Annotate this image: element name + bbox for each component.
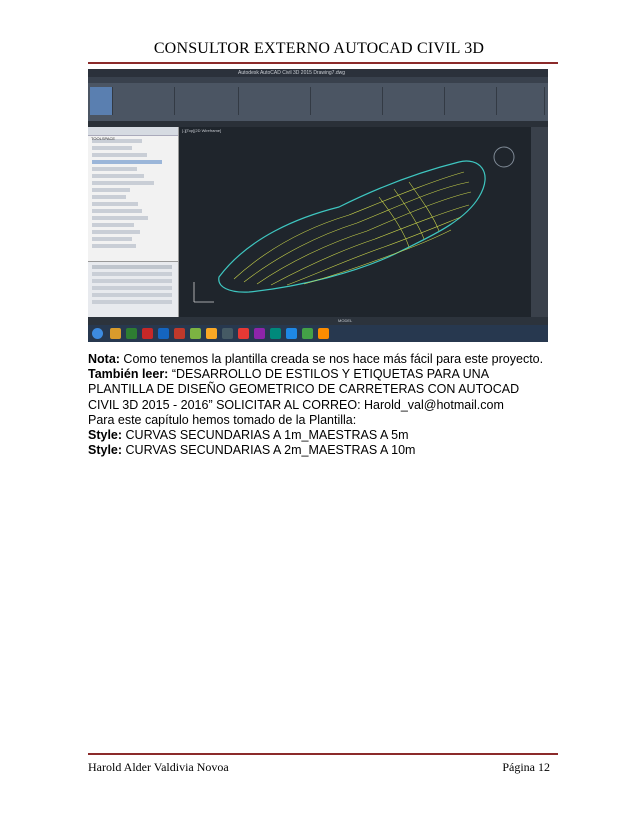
windows-taskbar (88, 325, 548, 342)
tambien-text: “DESARROLLO DE ESTILOS Y ETIQUETAS PARA … (168, 367, 490, 382)
tree-item (92, 237, 132, 241)
style-line: Style: CURVAS SECUNDARIAS A 2m_MAESTRAS … (88, 443, 568, 458)
style-line: Style: CURVAS SECUNDARIAS A 1m_MAESTRAS … (88, 428, 568, 443)
ribbon-group (176, 87, 239, 115)
contour-line (243, 181, 470, 283)
tree-item (92, 153, 147, 157)
taskbar-app-icon (126, 328, 137, 339)
taskbar-app-icon (190, 328, 201, 339)
ribbon-group (384, 87, 445, 115)
tree-item (92, 223, 134, 227)
ribbon-group (312, 87, 383, 115)
taskbar-app-icon (270, 328, 281, 339)
table-row (92, 300, 172, 304)
tree-item (92, 202, 138, 206)
footer-rule (88, 753, 558, 755)
taskbar-app-icon (254, 328, 265, 339)
header-rule (88, 62, 558, 64)
taskbar-app-icon (238, 328, 249, 339)
tree-item (92, 195, 126, 199)
table-row (92, 265, 172, 269)
tree-item (92, 146, 132, 150)
ribbon-group (240, 87, 311, 115)
table-row (92, 279, 172, 283)
page-header-title: CONSULTOR EXTERNO AUTOCAD CIVIL 3D (153, 40, 485, 57)
body-line: Para este capítulo hemos tomado de la Pl… (88, 412, 357, 427)
toolspace-titlebar: TOOLSPACE (88, 127, 178, 141)
ribbon-group (90, 87, 113, 115)
contour-line (286, 216, 462, 286)
table-row (92, 286, 172, 290)
viewcube-icon (493, 146, 515, 168)
point-table (88, 261, 178, 318)
window-title: Autodesk AutoCAD Civil 3D 2015 Drawing7.… (238, 70, 345, 76)
footer-author: Harold Alder Valdivia Novoa (88, 760, 229, 774)
taskbar-app-icon (318, 328, 329, 339)
nota-label: Nota: (88, 352, 120, 366)
window-titlebar: Autodesk AutoCAD Civil 3D 2015 Drawing7.… (88, 69, 548, 77)
ribbon-group (446, 87, 497, 115)
start-icon (92, 328, 103, 339)
tree-item (92, 216, 148, 220)
contour-drawing (193, 146, 515, 303)
model-label: MODEL (338, 318, 353, 323)
tree-item (92, 209, 142, 213)
nota-line: Nota: Como tenemos la plantilla creada s… (88, 352, 568, 367)
table-row (92, 293, 172, 297)
toolspace-label: TOOLSPACE (91, 136, 116, 141)
style-label: Style: (88, 428, 123, 443)
footer-page-number: Página 12 (502, 760, 550, 774)
taskbar-app-icon (174, 328, 185, 339)
contour-line (393, 188, 425, 240)
ribbon-group (114, 87, 175, 115)
taskbar-app-icon (222, 328, 233, 339)
body-text: Nota: Como tenemos la plantilla creada s… (88, 352, 568, 458)
taskbar-app-icon (142, 328, 153, 339)
nota-text: Como tenemos la plantilla creada se nos … (119, 352, 544, 366)
style-text: CURVAS SECUNDARIAS A 2m_MAESTRAS A 10m (122, 443, 416, 458)
ribbon (88, 83, 548, 121)
viewport-label: [-][Top][2D Wireframe] (182, 128, 222, 133)
tree-item (92, 188, 130, 192)
email-line: CIVIL 3D 2015 - 2016” SOLICITAR AL CORRE… (88, 397, 504, 412)
toolspace-panel: TOOLSPACE (88, 127, 179, 318)
status-bar: MODEL (88, 317, 548, 325)
contour-line (256, 191, 472, 285)
contour-line (270, 204, 470, 286)
tree-item (92, 174, 144, 178)
tree-item-selected (92, 160, 162, 164)
ribbon-group (498, 87, 545, 115)
terrain-boundary (218, 160, 486, 293)
tree-item (92, 230, 140, 234)
taskbar-app-icon (206, 328, 217, 339)
tree-item (92, 167, 137, 171)
taskbar-app-icon (110, 328, 121, 339)
style-text: CURVAS SECUNDARIAS A 1m_MAESTRAS A 5m (122, 428, 409, 443)
tree-item (92, 181, 154, 185)
taskbar-app-icon (302, 328, 313, 339)
autocad-screenshot: Autodesk AutoCAD Civil 3D 2015 Drawing7.… (88, 69, 548, 342)
table-row (92, 272, 172, 276)
properties-palette (531, 127, 548, 317)
tree-item (92, 244, 136, 248)
tambien-label: También leer: (88, 367, 169, 382)
style-label: Style: (88, 443, 123, 458)
drawing-viewport: [-][Top][2D Wireframe] (179, 127, 531, 317)
body-line: PLANTILLA DE DISEÑO GEOMETRICO DE CARRET… (88, 382, 520, 397)
taskbar-app-icon (158, 328, 169, 339)
taskbar-app-icon (286, 328, 297, 339)
tambien-line: También leer: “DESARROLLO DE ESTILOS Y E… (88, 367, 568, 382)
